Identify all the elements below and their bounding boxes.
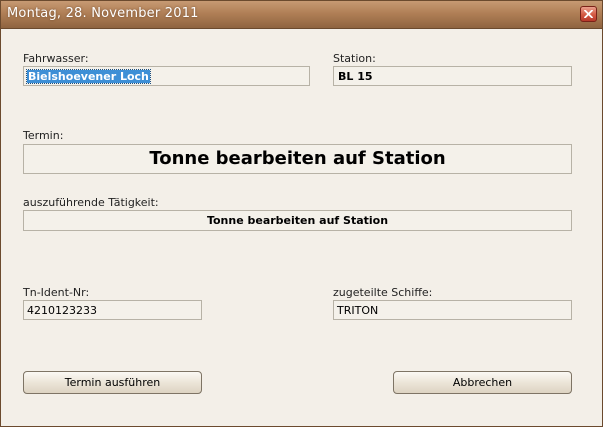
schiffe-value: TRITON (337, 304, 379, 317)
taetigkeit-label: auszuführende Tätigkeit: (23, 196, 159, 209)
close-button[interactable] (580, 6, 597, 22)
taetigkeit-field[interactable]: Tonne bearbeiten auf Station (23, 210, 572, 231)
title-bar[interactable]: Montag, 28. November 2011 (1, 1, 602, 29)
fahrwasser-field[interactable]: Bielshoevener Loch (23, 66, 310, 86)
station-value: BL 15 (338, 70, 373, 83)
termin-ausfuehren-button[interactable]: Termin ausführen (23, 371, 202, 394)
dialog-window: Montag, 28. November 2011 Fahrwasser: Bi… (0, 0, 603, 427)
termin-label: Termin: (23, 129, 64, 142)
window-title: Montag, 28. November 2011 (7, 6, 199, 21)
schiffe-label: zugeteilte Schiffe: (333, 286, 433, 299)
dialog-content: Fahrwasser: Bielshoevener Loch Station: … (1, 29, 602, 426)
close-x-icon (584, 10, 593, 18)
schiffe-field[interactable]: TRITON (333, 300, 572, 320)
fahrwasser-label: Fahrwasser: (23, 52, 89, 65)
abbrechen-button[interactable]: Abbrechen (393, 371, 572, 394)
station-field[interactable]: BL 15 (333, 66, 572, 86)
fahrwasser-value: Bielshoevener Loch (26, 69, 151, 84)
tn-ident-field[interactable]: 4210123233 (23, 300, 202, 320)
tn-ident-label: Tn-Ident-Nr: (23, 286, 90, 299)
taetigkeit-value: Tonne bearbeiten auf Station (206, 214, 389, 227)
termin-field[interactable]: Tonne bearbeiten auf Station (23, 144, 572, 174)
termin-value: Tonne bearbeiten auf Station (149, 148, 446, 169)
station-label: Station: (333, 52, 376, 65)
tn-ident-value: 4210123233 (27, 304, 97, 317)
